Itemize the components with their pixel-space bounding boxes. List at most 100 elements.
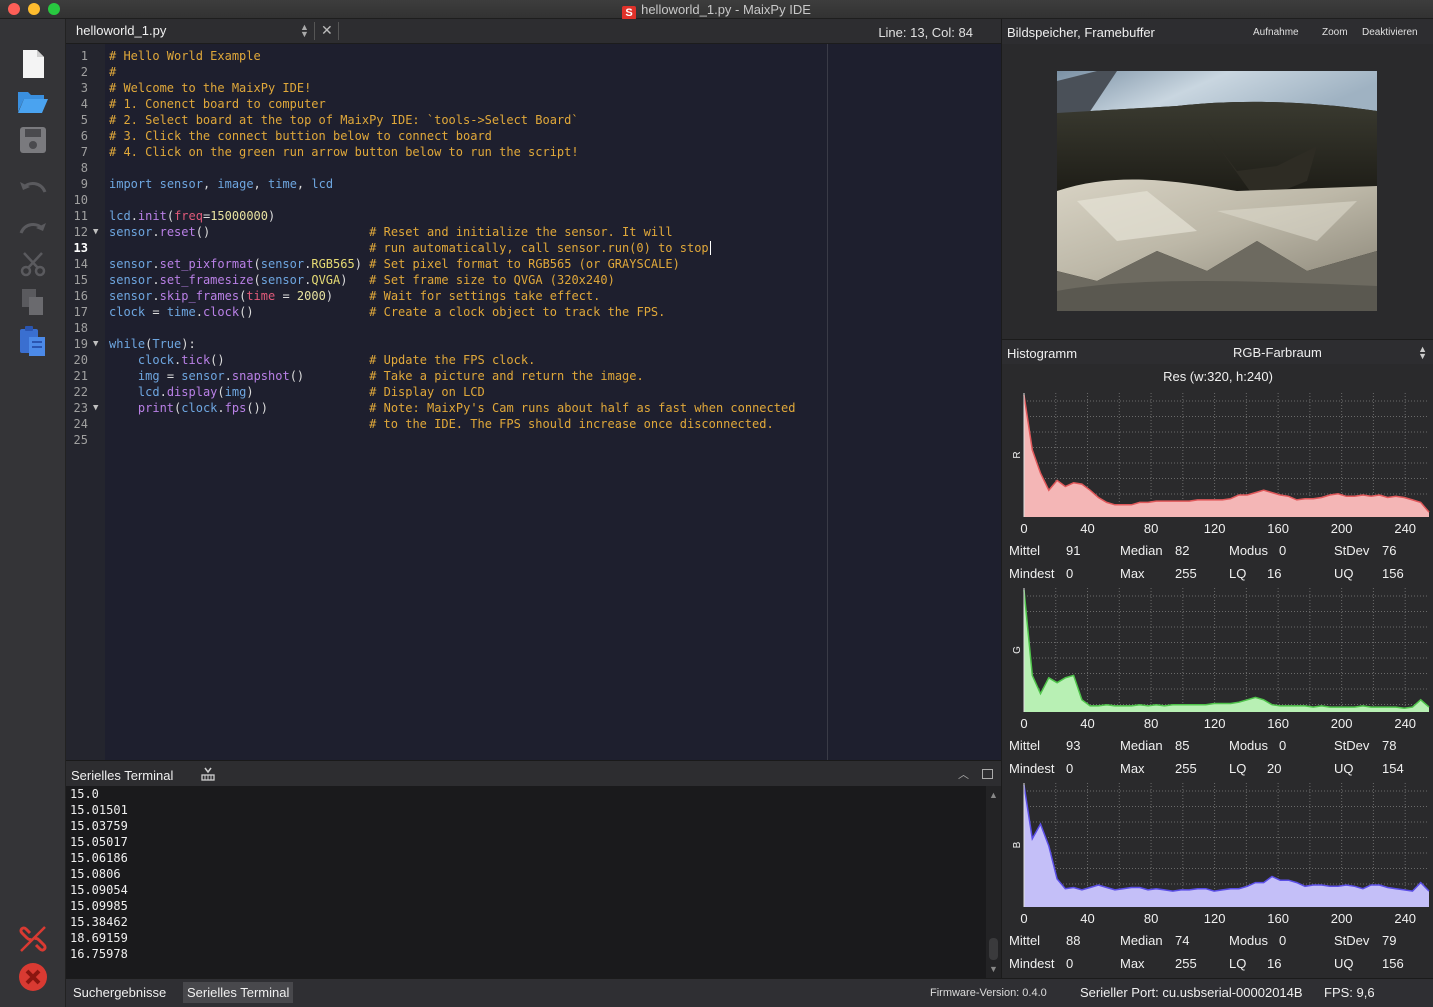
scroll-up-arrow-icon[interactable]: ▲ [989, 790, 998, 800]
stat-mode: 0 [1279, 933, 1287, 948]
line-number: 16 [73, 289, 88, 303]
save-file-button[interactable] [16, 123, 50, 157]
paste-button[interactable] [16, 324, 50, 358]
histogram-stats-row: Mittel 91 Median 82 Modus 0 StDev 76 [1002, 543, 1433, 561]
code-line[interactable]: 2 # [66, 64, 1001, 80]
stop-button[interactable] [16, 960, 50, 994]
fold-arrow-icon[interactable]: ▼ [93, 224, 98, 240]
chevron-up-icon[interactable]: ︿ [958, 766, 969, 782]
stat-mean-label: Mittel [1009, 543, 1041, 558]
stat-mean: 91 [1066, 543, 1081, 558]
stat-stdev: 79 [1382, 933, 1397, 948]
code-line[interactable]: 9 import sensor, image, time, lcd [66, 176, 1001, 192]
terminal-title: Serielles Terminal [71, 768, 174, 783]
disconnect-button[interactable] [16, 922, 50, 956]
code-line[interactable]: 3 # Welcome to the MaixPy IDE! [66, 80, 1001, 96]
line-number: 4 [80, 97, 88, 111]
code-line[interactable]: 25 [66, 432, 1001, 448]
x-tick-label: 200 [1331, 521, 1353, 536]
serial-terminal-tab[interactable]: Serielles Terminal [183, 982, 294, 1003]
clear-terminal-icon[interactable] [200, 766, 216, 782]
histogram-r-channel: R 0 40 80 120 160 200 240 Mittel 91 Median 82 Modus 0… [1002, 389, 1433, 581]
colorspace-select[interactable]: RGB-Farbraum [1233, 345, 1322, 360]
record-button[interactable]: Aufnahme [1253, 27, 1299, 38]
code-line[interactable]: 4 # 1. Conenct board to computer [66, 96, 1001, 112]
stat-stdev-label: StDev [1334, 738, 1370, 753]
code-line[interactable]: 6 # 3. Click the connect buttion below to… [66, 128, 1001, 144]
histogram-panel: Res (w:320, h:240) R 0 40 80 120 160 200 240 Mit… [1001, 364, 1433, 978]
code-line[interactable]: 18 [66, 320, 1001, 336]
code-line[interactable]: 14 sensor.set_pixformat(sensor.RGB565) # … [66, 256, 1001, 272]
chevron-updown-icon[interactable]: ▲ ▼ [1418, 345, 1427, 361]
tab-switch-icon[interactable]: ▲ ▼ [300, 23, 309, 39]
maximize-panel-icon[interactable] [982, 769, 993, 779]
code-line[interactable]: 8 [66, 160, 1001, 176]
code-line[interactable]: 24 # to the IDE. The FPS should increase… [66, 416, 1001, 432]
editor-tab-bar: helloworld_1.py ▲ ▼ ✕ Line: 13, Col: 84 [66, 19, 1001, 44]
code-text: sensor.set_framesize(sensor.QVGA) # Set … [109, 273, 615, 287]
code-text: sensor.reset() # Reset and initialize th… [109, 225, 673, 239]
code-text: # 2. Select board at the top of MaixPy I… [109, 113, 579, 127]
code-line[interactable]: 19 ▼ while(True): [66, 336, 1001, 352]
line-number: 24 [73, 417, 88, 431]
redo-icon [19, 223, 46, 234]
code-text: # run automatically, call sensor.run(0) … [369, 241, 709, 255]
scroll-down-arrow-icon[interactable]: ▼ [989, 964, 998, 974]
x-tick-label: 0 [1020, 911, 1027, 926]
new-file-button[interactable] [16, 47, 50, 81]
disable-button[interactable]: Deaktivieren [1362, 27, 1418, 38]
search-results-tab[interactable]: Suchergebnisse [73, 985, 166, 1000]
terminal-line: 15.09985 [70, 899, 128, 913]
code-line[interactable]: 22 lcd.display(img) # Display on LCD [66, 384, 1001, 400]
code-text: clock.tick() # Update the FPS clock. [137, 353, 536, 367]
code-line[interactable]: 10 [66, 192, 1001, 208]
fold-arrow-icon[interactable]: ▼ [93, 400, 98, 416]
x-tick-label: 160 [1267, 521, 1289, 536]
histogram-plot: B 0 40 80 120 160 200 240 [1012, 783, 1430, 926]
stat-uq-label: UQ [1334, 956, 1354, 971]
code-line[interactable]: 17 clock = time.clock() # Create a clock … [66, 304, 1001, 320]
code-line[interactable]: 1 # Hello World Example [66, 48, 1001, 64]
line-number: 21 [73, 369, 88, 383]
undo-button[interactable] [16, 173, 50, 207]
terminal-line: 15.06186 [70, 851, 128, 865]
code-line[interactable]: 15 sensor.set_framesize(sensor.QVGA) # Se… [66, 272, 1001, 288]
stat-uq-label: UQ [1334, 566, 1354, 581]
code-line[interactable]: 12 ▼ sensor.reset() # Reset and initialize… [66, 224, 1001, 240]
code-line[interactable]: 11 lcd.init(freq=15000000) [66, 208, 1001, 224]
code-text: # 1. Conenct board to computer [109, 97, 326, 111]
terminal-scrollbar[interactable]: ▲ ▼ [986, 786, 1001, 978]
code-line[interactable]: 5 # 2. Select board at the top of MaixPy … [66, 112, 1001, 128]
code-line[interactable]: 7 # 4. Click on the green run arrow butto… [66, 144, 1001, 160]
file-tab-label[interactable]: helloworld_1.py [76, 23, 166, 38]
serial-port[interactable]: Serieller Port: cu.usbserial-00002014B [1080, 985, 1303, 1000]
framebuffer-header: Bildspeicher, Framebuffer Aufnahme Zoom … [1001, 19, 1433, 44]
cut-button[interactable] [16, 247, 50, 281]
x-tick-label: 200 [1331, 716, 1353, 731]
framebuffer-view [1001, 44, 1433, 339]
stat-max-label: Max [1120, 566, 1145, 581]
code-line[interactable]: 20 clock.tick() # Update the FPS clock. [66, 352, 1001, 368]
copy-button[interactable] [16, 285, 50, 319]
fps-readout: FPS: 9,6 [1324, 985, 1375, 1000]
code-editor[interactable]: 1 # Hello World Example 2 #3 # Welcome to th… [66, 44, 1001, 760]
camera-frame-image [1057, 71, 1377, 311]
scrollbar-thumb[interactable] [989, 938, 998, 960]
copy-icon [22, 289, 43, 315]
code-line[interactable]: 23 ▼ print(clock.fps()) # Note: MaixPy's … [66, 400, 1001, 416]
code-line[interactable]: 13 # run automatically, call sensor.run(… [66, 240, 1001, 256]
redo-button[interactable] [16, 214, 50, 248]
open-file-button[interactable] [16, 84, 50, 118]
code-text: # [109, 65, 117, 79]
zoom-button[interactable]: Zoom [1322, 27, 1348, 38]
histogram-stats-row: Mindest 0 Max 255 LQ 16 UQ 156 [1002, 956, 1433, 974]
stat-min: 0 [1066, 956, 1074, 971]
serial-terminal-output[interactable]: 15.0 15.01501 15.03759 15.05017 15.06186 15.0… [66, 786, 1001, 978]
x-tick-label: 240 [1394, 716, 1416, 731]
fold-arrow-icon[interactable]: ▼ [93, 336, 98, 352]
x-tick-label: 120 [1204, 911, 1226, 926]
code-line[interactable]: 21 img = sensor.snapshot() # Take a pict… [66, 368, 1001, 384]
close-icon[interactable]: ✕ [321, 22, 333, 39]
stat-mean-label: Mittel [1009, 738, 1041, 753]
code-line[interactable]: 16 sensor.skip_frames(time = 2000) # Wait… [66, 288, 1001, 304]
